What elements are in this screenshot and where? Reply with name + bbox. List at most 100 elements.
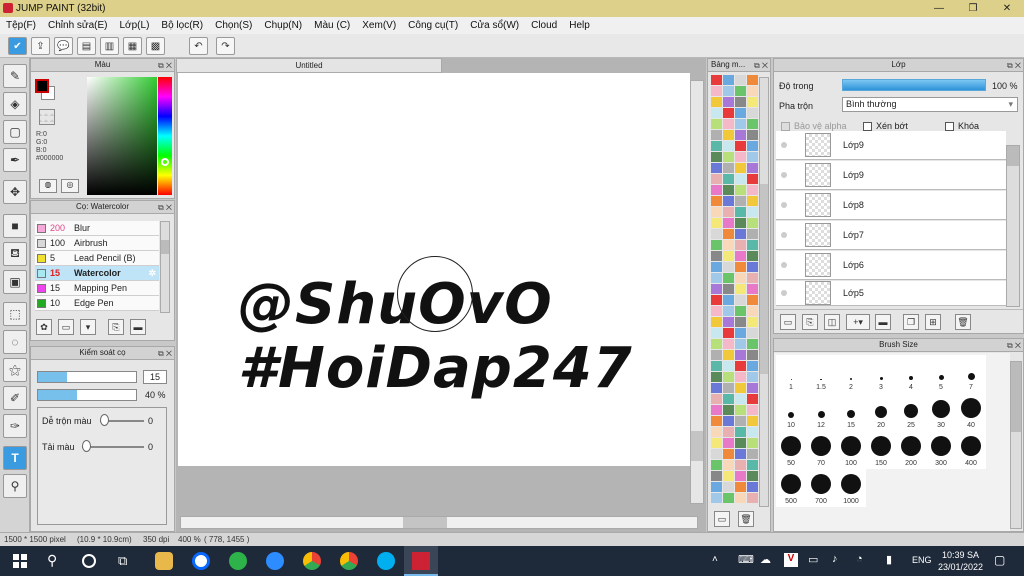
palette-swatch[interactable] (747, 394, 758, 404)
palette-swatch[interactable] (723, 361, 734, 371)
palette-swatch[interactable] (735, 394, 746, 404)
palette-swatch[interactable] (711, 207, 722, 217)
palette-swatch[interactable] (723, 229, 734, 239)
palette-swatch[interactable] (735, 328, 746, 338)
layer-mask-icon[interactable]: ◫ (824, 314, 840, 330)
palette-swatch[interactable] (735, 460, 746, 470)
layer-list-scrollbar[interactable] (1006, 145, 1020, 307)
palette-swatch[interactable] (711, 372, 722, 382)
grid-icon[interactable]: ▩ (146, 37, 165, 55)
brush-size-cell[interactable]: 400 (956, 431, 986, 469)
layer-row[interactable]: Lớp5 (776, 281, 1006, 306)
vietnamese-input-icon[interactable]: V (784, 553, 798, 567)
palette-swatch[interactable] (747, 185, 758, 195)
redraw-slider[interactable] (82, 446, 144, 448)
palette-swatch[interactable] (711, 86, 722, 96)
panel-close-icon[interactable]: ⧉ ✕ (158, 202, 172, 214)
palette-swatch[interactable] (711, 394, 722, 404)
palette-swatch[interactable] (735, 86, 746, 96)
palette-swatch[interactable] (723, 284, 734, 294)
brush-size-cell[interactable]: 1.5 (806, 355, 836, 393)
palette-swatch[interactable] (735, 218, 746, 228)
palette-swatch[interactable] (711, 284, 722, 294)
palette-swatch[interactable] (735, 75, 746, 85)
palette-swatch[interactable] (711, 328, 722, 338)
palette-swatch[interactable] (723, 350, 734, 360)
palette-swatch[interactable] (723, 328, 734, 338)
menu-file[interactable]: Tệp(F) (0, 20, 42, 31)
layer-row[interactable]: Lớp9 (776, 161, 1006, 190)
palette-swatch[interactable] (735, 196, 746, 206)
palette-swatch[interactable] (723, 207, 734, 217)
brush-item[interactable]: 5 Lead Pencil (B) (35, 251, 159, 266)
palette-swatch[interactable] (723, 174, 734, 184)
delete-palette-icon[interactable]: 🗑 (738, 511, 754, 527)
page-icon[interactable]: ▥ (100, 37, 119, 55)
palette-swatch[interactable] (723, 383, 734, 393)
palette-swatch[interactable] (711, 339, 722, 349)
palette-swatch[interactable] (723, 251, 734, 261)
rectangle-tool-icon[interactable]: ▢ (3, 120, 27, 144)
copy-brush-icon[interactable]: ⎘ (108, 319, 124, 335)
brush-item[interactable]: 200 Blur (35, 221, 159, 236)
palette-swatch[interactable] (711, 416, 722, 426)
palette-swatch[interactable] (735, 383, 746, 393)
file-explorer-icon[interactable] (155, 552, 173, 570)
notifications-icon[interactable]: ▢ (994, 553, 1005, 567)
palette-swatch[interactable] (711, 471, 722, 481)
zoom-icon[interactable] (266, 552, 284, 570)
protect-alpha-checkbox[interactable]: Bảo vệ alpha (781, 121, 847, 132)
brush-size-cell[interactable]: 1 (776, 355, 806, 393)
palette-swatch[interactable] (747, 295, 758, 305)
palette-swatch[interactable] (747, 75, 758, 85)
brush-size-cell[interactable]: 40 (956, 393, 986, 431)
panel-close-icon[interactable]: ⧉ ✕ (1007, 60, 1021, 72)
folder-icon[interactable]: ▬ (130, 319, 146, 335)
maximize-button[interactable]: ❐ (956, 0, 990, 17)
palette-swatch[interactable] (723, 185, 734, 195)
palette-swatch[interactable] (723, 471, 734, 481)
eye-icon[interactable] (781, 172, 787, 178)
palette-swatch[interactable] (711, 229, 722, 239)
select-rect-tool-icon[interactable]: ⬚ (3, 302, 27, 326)
palette-swatch[interactable] (747, 119, 758, 129)
palette-swatch[interactable] (747, 251, 758, 261)
palette-swatch[interactable] (735, 295, 746, 305)
brush-list-scrollbar[interactable] (160, 221, 170, 313)
layer-row[interactable]: Lớp6 (776, 251, 1006, 280)
palette-swatch[interactable] (723, 240, 734, 250)
duplicate-layer-icon[interactable]: ❐ (903, 314, 919, 330)
palette-swatch[interactable] (711, 273, 722, 283)
fill-rect-tool-icon[interactable]: ■ (3, 214, 27, 238)
palette-swatch[interactable] (747, 471, 758, 481)
brush-size-cell[interactable]: 300 (926, 431, 956, 469)
speaker-icon[interactable]: ♪ (832, 553, 838, 565)
new-brush-icon[interactable]: ▭ (58, 319, 74, 335)
palette-swatch[interactable] (723, 86, 734, 96)
brush-size-cell[interactable]: 30 (926, 393, 956, 431)
palette-swatch[interactable] (747, 141, 758, 151)
palette-swatch[interactable] (723, 438, 734, 448)
palette-swatch[interactable] (723, 460, 734, 470)
brush-size-cell[interactable]: 200 (896, 431, 926, 469)
palette-swatch[interactable] (747, 196, 758, 206)
palette-swatch[interactable] (747, 449, 758, 459)
redraw-slider-handle[interactable] (82, 440, 91, 452)
palette-swatch[interactable] (747, 97, 758, 107)
palette-swatch[interactable] (735, 185, 746, 195)
menu-view[interactable]: Xem(V) (356, 20, 402, 31)
palette-swatch[interactable] (711, 119, 722, 129)
brush-size-cell[interactable]: 5 (926, 355, 956, 393)
eyedropper-tool-icon[interactable]: ⚲ (3, 474, 27, 498)
foreground-color-swatch[interactable] (35, 79, 49, 93)
layer-row[interactable]: Lớp9 (776, 131, 1006, 160)
canvas[interactable]: @ShuOvO #HoiDap247 (178, 73, 690, 466)
layer-row[interactable]: Lớp7 (776, 221, 1006, 250)
palette-swatch[interactable] (723, 152, 734, 162)
palette-swatch[interactable] (735, 427, 746, 437)
brush-item[interactable]: 10 Edge Pen (35, 296, 159, 311)
vertical-scrollbar[interactable] (690, 80, 704, 504)
palette-swatch[interactable] (723, 97, 734, 107)
palette-swatch[interactable] (747, 317, 758, 327)
bucket-tool-icon[interactable]: ⛾ (3, 242, 27, 266)
